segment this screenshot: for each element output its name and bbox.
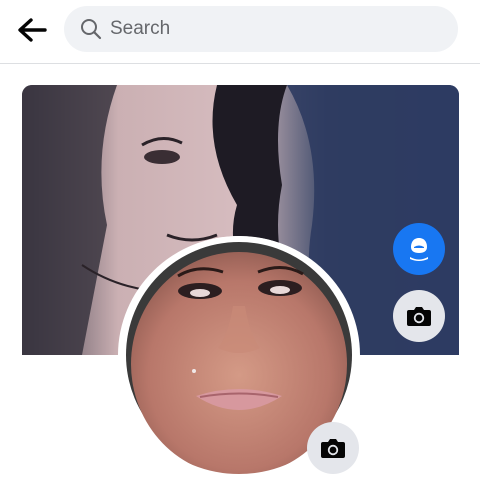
search-input[interactable] (110, 6, 440, 52)
camera-icon (321, 439, 345, 458)
edit-cover-photo-button[interactable] (393, 290, 445, 342)
header-divider (0, 63, 480, 64)
edit-profile-photo-button[interactable] (307, 422, 359, 474)
back-button[interactable] (14, 14, 50, 46)
search-bar[interactable] (64, 6, 458, 52)
arrow-left-icon (18, 18, 47, 42)
avatar-icon (410, 238, 428, 261)
camera-icon (407, 307, 431, 326)
avatar-button[interactable] (393, 223, 445, 275)
search-icon (81, 19, 102, 40)
top-bar (0, 0, 480, 62)
